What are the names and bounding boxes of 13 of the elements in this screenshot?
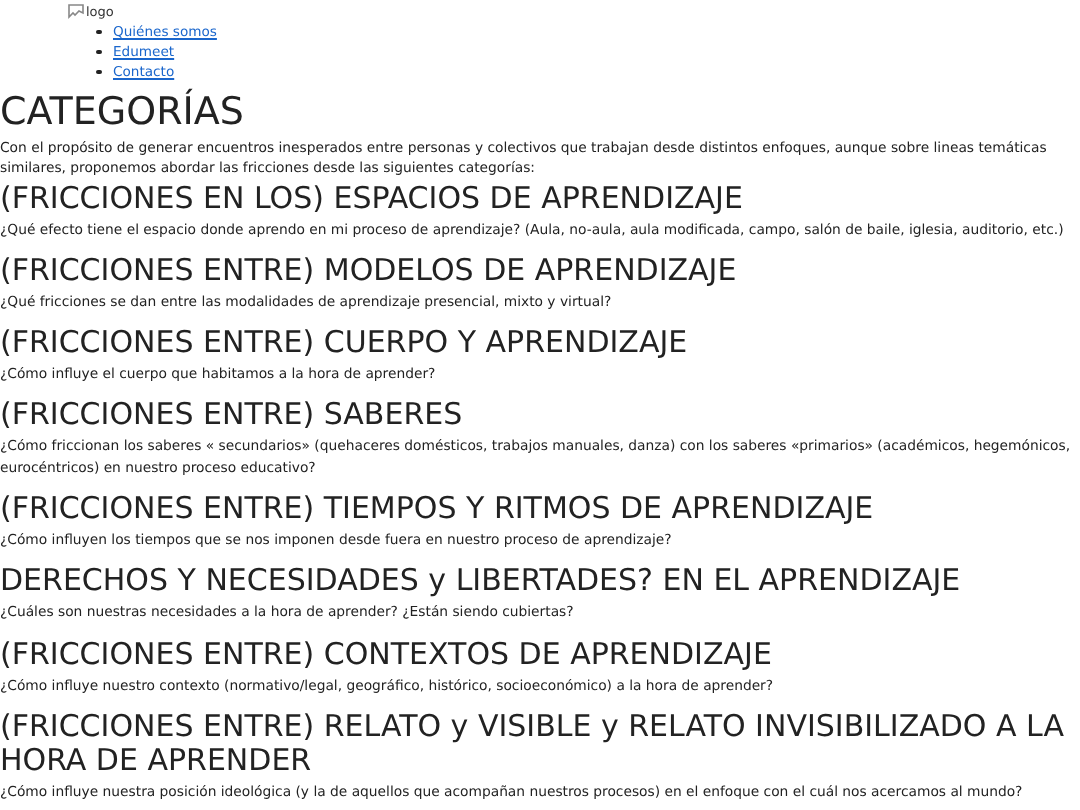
category-heading: (FRICCIONES ENTRE) TIEMPOS Y RITMOS DE APRENDIZAJE (0, 492, 876, 527)
bullet-icon (96, 29, 101, 35)
category-heading: (FRICCIONES ENTRE) CONTEXTOS DE APRENDIZAJE (0, 637, 774, 672)
category-heading: (FRICCIONES ENTRE) SABERES (0, 398, 465, 433)
category-heading: DERECHOS Y NECESIDADES y LIBERTADES? EN EL APRENDIZAJE (0, 564, 963, 599)
category-heading: (FRICCIONES ENTRE) CUERPO Y APRENDIZAJE (0, 326, 690, 361)
category-heading: (FRICCIONES EN LOS) ESPACIOS DE APRENDIZAJE (0, 181, 745, 216)
category-heading: (FRICCIONES ENTRE) MODELOS DE APRENDIZAJE (0, 253, 739, 288)
broken-image-icon (68, 3, 84, 19)
page-title: CATEGORÍAS (0, 88, 246, 136)
bullet-icon (96, 49, 101, 55)
bullet-icon (96, 69, 101, 75)
category-heading: (FRICCIONES ENTRE) RELATO y VISIBLE y RELATO INVISIBILIZADO A LA HORA DE APRENDER (0, 709, 1066, 778)
